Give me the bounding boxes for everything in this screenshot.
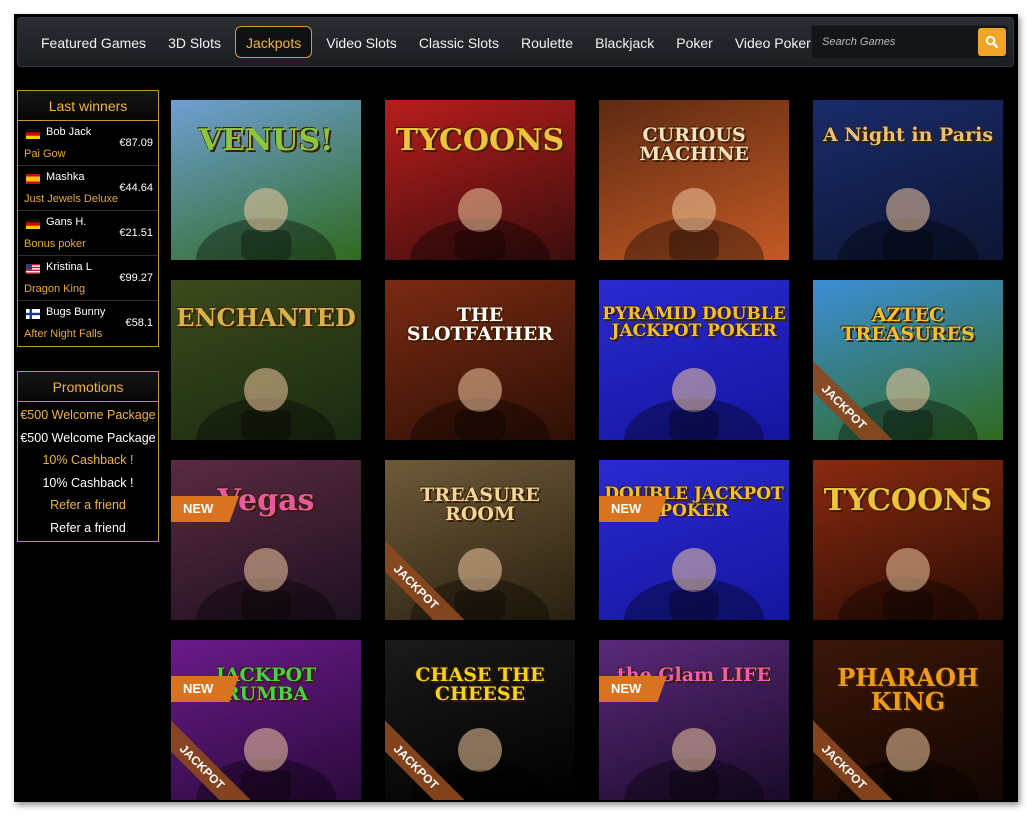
winner-name: Bugs Bunny <box>46 306 106 318</box>
game-title: CURIOUS MACHINE <box>639 124 749 166</box>
promotions-panel: Promotions €500 Welcome Package €500 Welc… <box>17 371 159 542</box>
nav-item-roulette[interactable]: Roulette <box>510 26 584 58</box>
game-tile[interactable]: the Glam LIFE NEW <box>599 640 789 800</box>
new-badge: NEW <box>171 676 239 702</box>
game-title: PYRAMID DOUBLE JACKPOT POKER <box>602 304 786 342</box>
winner-name: Bob Jack <box>46 126 92 138</box>
nav-item-classic-slots[interactable]: Classic Slots <box>408 26 510 58</box>
game-tile[interactable]: PYRAMID DOUBLE JACKPOT POKER <box>599 280 789 440</box>
nav-item-jackpots[interactable]: Jackpots <box>234 26 313 58</box>
winner-game-link[interactable]: Just Jewels Deluxe <box>24 193 118 205</box>
winner-amount: €44.64 <box>119 182 153 194</box>
nav-items: Featured Games 3D Slots Jackpots Video Slot… <box>30 26 822 58</box>
game-tile[interactable]: Vegas NEW <box>171 460 361 620</box>
game-tile[interactable]: A Night in Paris <box>813 100 1003 260</box>
game-tile[interactable]: THE SLOTFATHER <box>385 280 575 440</box>
nav-item-featured-games[interactable]: Featured Games <box>30 26 157 58</box>
game-title: TREASURE ROOM <box>420 484 540 526</box>
search-icon <box>985 35 999 49</box>
winner-name: Kristina L <box>46 261 92 273</box>
winner-game-link[interactable]: Dragon King <box>24 283 85 295</box>
game-tile[interactable]: TYCOONS <box>813 460 1003 620</box>
game-tile[interactable]: VENUS! <box>171 100 361 260</box>
new-badge: NEW <box>599 496 667 522</box>
winner-game-link[interactable]: Pai Gow <box>24 148 66 160</box>
new-badge: NEW <box>171 496 239 522</box>
new-badge: NEW <box>599 676 667 702</box>
search-input[interactable] <box>812 26 972 58</box>
casino-lobby: Featured Games 3D Slots Jackpots Video Slot… <box>14 14 1018 802</box>
promotions-list: €500 Welcome Package €500 Welcome Package… <box>18 402 158 541</box>
game-tile[interactable]: PHARAOH KING JACKPOT <box>813 640 1003 800</box>
game-tile[interactable]: JACKPOT RUMBA NEW JACKPOT <box>171 640 361 800</box>
search-box <box>811 25 1008 59</box>
top-nav: Featured Games 3D Slots Jackpots Video Slot… <box>17 17 1014 67</box>
game-title: A Night in Paris <box>822 124 994 146</box>
game-title: VENUS! <box>198 123 334 158</box>
game-title: TYCOONS <box>823 483 993 518</box>
winner-row: Mashka €44.64 Just Jewels Deluxe <box>18 166 158 211</box>
game-title: AZTEC TREASURES <box>841 304 975 346</box>
game-tile[interactable]: TYCOONS <box>385 100 575 260</box>
promotion-link[interactable]: €500 Welcome Package <box>18 427 158 450</box>
promotion-link[interactable]: Refer a friend <box>18 494 158 517</box>
promotion-link[interactable]: 10% Cashback ! <box>18 472 158 495</box>
promotion-link[interactable]: 10% Cashback ! <box>18 449 158 472</box>
winners-list: Bob Jack €87.09 Pai Gow Mashka €44.64 Just Je… <box>18 121 158 346</box>
nav-item-video-slots[interactable]: Video Slots <box>315 26 408 58</box>
promotion-link[interactable]: €500 Welcome Package <box>18 404 158 427</box>
game-title: CHASE THE CHEESE <box>415 664 545 706</box>
search-button[interactable] <box>978 28 1006 56</box>
winner-name: Gans H. <box>46 216 87 228</box>
nav-item-blackjack[interactable]: Blackjack <box>584 26 665 58</box>
winner-row: Bob Jack €87.09 Pai Gow <box>18 121 158 166</box>
winner-game-link[interactable]: Bonus poker <box>24 238 86 250</box>
nav-item-video-poker[interactable]: Video Poker <box>724 26 822 58</box>
game-tile[interactable]: CURIOUS MACHINE <box>599 100 789 260</box>
winner-row: Bugs Bunny €58.1 After Night Falls <box>18 301 158 346</box>
last-winners-title: Last winners <box>18 91 158 121</box>
winner-amount: €58.1 <box>125 317 153 329</box>
winner-name: Mashka <box>46 171 85 183</box>
winner-game-link[interactable]: After Night Falls <box>24 328 102 340</box>
nav-item-3d-slots[interactable]: 3D Slots <box>157 26 232 58</box>
game-title: TYCOONS <box>395 123 565 158</box>
last-winners-panel: Last winners Bob Jack €87.09 Pai Gow Mashka… <box>17 90 159 347</box>
winner-row: Gans H. €21.51 Bonus poker <box>18 211 158 256</box>
winner-amount: €87.09 <box>119 137 153 149</box>
game-title: PHARAOH KING <box>837 663 979 717</box>
promotions-title: Promotions <box>18 372 158 402</box>
game-tile[interactable]: CHASE THE CHEESE JACKPOT <box>385 640 575 800</box>
nav-item-poker[interactable]: Poker <box>665 26 724 58</box>
winner-row: Kristina L €99.27 Dragon King <box>18 256 158 301</box>
game-tile[interactable]: DOUBLE JACKPOT POKER NEW <box>599 460 789 620</box>
winner-amount: €21.51 <box>119 227 153 239</box>
winner-amount: €99.27 <box>119 272 153 284</box>
game-tile[interactable]: TREASURE ROOM JACKPOT <box>385 460 575 620</box>
game-title: THE SLOTFATHER <box>406 304 554 346</box>
promotion-link[interactable]: Refer a friend <box>18 517 158 540</box>
game-tile[interactable]: AZTEC TREASURES JACKPOT <box>813 280 1003 440</box>
game-title: ENCHANTED <box>176 303 356 332</box>
game-tile[interactable]: ENCHANTED <box>171 280 361 440</box>
